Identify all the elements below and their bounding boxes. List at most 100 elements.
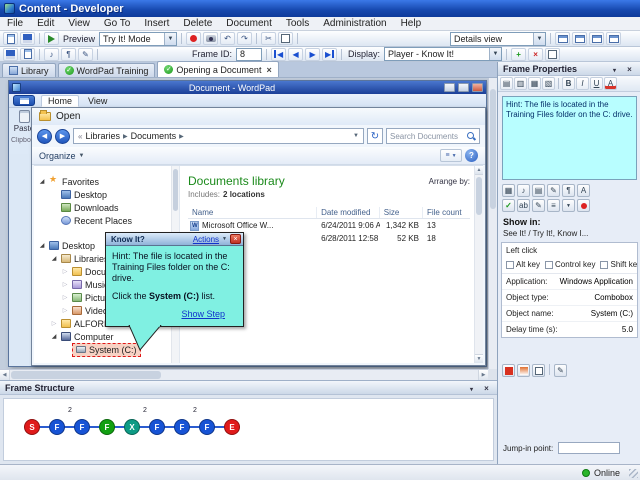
expand-arrow-icon[interactable]: ◢ <box>50 333 58 340</box>
last-frame-button[interactable]: ▶ <box>322 48 337 61</box>
tab-wordpad-training[interactable]: WordPad Training <box>58 63 156 77</box>
scrollbar-thumb[interactable] <box>173 169 178 211</box>
caption-icon[interactable]: ¶ <box>61 48 76 61</box>
column-size[interactable]: Size <box>380 207 423 218</box>
expand-arrow-icon[interactable]: ▷ <box>61 294 69 301</box>
list-scrollbar[interactable]: ▲ ▼ <box>474 166 483 363</box>
breadcrumb[interactable]: Libraries Documents <box>73 128 364 144</box>
breadcrumb-separator-icon[interactable] <box>123 133 128 140</box>
note-icon[interactable]: ✎ <box>532 199 545 212</box>
edit-pencil-icon[interactable]: ✎ <box>547 184 560 197</box>
italic-button[interactable]: I <box>576 77 589 90</box>
layout-split-icon[interactable] <box>572 32 587 45</box>
forward-button[interactable]: ▶ <box>55 129 70 144</box>
frame-node[interactable]: F <box>174 419 190 435</box>
font-color-button[interactable]: A <box>604 77 617 90</box>
search-input[interactable]: Search Documents <box>386 128 480 144</box>
frame-id-value[interactable]: 8 <box>236 48 262 61</box>
menu-goto[interactable]: Go To <box>97 17 138 30</box>
underline-button[interactable]: U <box>590 77 603 90</box>
new-document-icon[interactable] <box>3 32 18 45</box>
expand-arrow-icon[interactable]: ▷ <box>61 281 69 288</box>
hint-text-editor[interactable]: Hint: The file is located in the Trainin… <box>502 96 637 180</box>
show-in-value[interactable]: See It! / Try It!, Know I... <box>503 229 637 238</box>
cut-icon[interactable]: ✂ <box>261 32 276 45</box>
resize-grip[interactable] <box>629 469 638 478</box>
scroll-right-icon[interactable]: ▶ <box>478 370 488 380</box>
display-select[interactable]: Player - Know It! <box>384 47 502 61</box>
menu-view[interactable]: View <box>61 17 97 30</box>
property-value[interactable]: 5.0 <box>622 325 633 334</box>
menu-administration[interactable]: Administration <box>316 17 393 30</box>
sound-icon[interactable]: ♪ <box>44 48 59 61</box>
first-frame-button[interactable]: ◀ <box>271 48 286 61</box>
delete-frame-icon[interactable]: × <box>528 48 543 61</box>
breadcrumb-documents[interactable]: Documents <box>131 131 177 141</box>
scrollbar-thumb[interactable] <box>11 371 161 379</box>
control-key-checkbox[interactable] <box>545 261 553 269</box>
panel-pin-icon[interactable] <box>609 64 620 74</box>
views-button[interactable]: ≡▼ <box>440 149 462 162</box>
layout-wide-icon[interactable] <box>606 32 621 45</box>
preview-label[interactable]: Preview <box>61 34 97 44</box>
paragraph-icon[interactable]: ¶ <box>562 184 575 197</box>
tree-item-desktop[interactable]: Desktop <box>34 188 179 201</box>
editor-horizontal-scrollbar[interactable]: ◀ ▶ <box>0 369 488 380</box>
column-file-count[interactable]: File count <box>423 207 470 218</box>
frame-node[interactable]: F <box>74 419 90 435</box>
expand-arrow-icon[interactable]: ◢ <box>38 178 46 185</box>
ribbon-tab-home[interactable]: Home <box>41 95 79 107</box>
breadcrumb-libraries[interactable]: Libraries <box>85 131 120 141</box>
scroll-up-icon[interactable]: ▲ <box>475 166 483 175</box>
panel-menu-icon[interactable] <box>466 383 477 393</box>
menu-insert[interactable]: Insert <box>137 17 176 30</box>
breadcrumb-separator-icon[interactable] <box>179 133 184 140</box>
add-frame-icon[interactable]: + <box>511 48 526 61</box>
text-icon[interactable]: ab <box>517 199 530 212</box>
highlight-color-icon[interactable] <box>502 364 515 377</box>
view-mode-select[interactable]: Details view <box>450 32 546 46</box>
menu-edit[interactable]: Edit <box>30 17 61 30</box>
layout-grid-icon[interactable] <box>589 32 604 45</box>
tree-item-recent-places[interactable]: Recent Places <box>34 214 179 227</box>
column-name[interactable]: Name <box>188 207 317 218</box>
screenshot-icon[interactable] <box>203 32 218 45</box>
menu-file[interactable]: File <box>0 17 30 30</box>
panel-close-icon[interactable] <box>624 64 635 74</box>
image-icon[interactable]: ▤ <box>532 184 545 197</box>
align-center-icon[interactable]: ▦ <box>528 77 541 90</box>
apply-check-icon[interactable]: ✓ <box>502 199 515 212</box>
refresh-button[interactable] <box>367 128 383 144</box>
tree-item-downloads[interactable]: Downloads <box>34 201 179 214</box>
expand-arrow-icon[interactable]: ◢ <box>50 255 58 262</box>
table-icon[interactable]: ▦ <box>502 184 515 197</box>
undo-icon[interactable]: ↶ <box>220 32 235 45</box>
menu-help[interactable]: Help <box>394 17 429 30</box>
mode-select[interactable]: Try It! Mode <box>99 32 177 46</box>
breadcrumb-overflow-icon[interactable] <box>78 132 82 141</box>
scrollbar-thumb[interactable] <box>476 177 482 215</box>
address-dropdown-icon[interactable] <box>353 133 359 139</box>
alt-key-checkbox[interactable] <box>506 261 514 269</box>
minimize-button[interactable] <box>444 83 455 92</box>
frame-node[interactable]: F <box>199 419 215 435</box>
action-type-value[interactable]: Left click <box>502 243 637 257</box>
tree-item-favorites[interactable]: ◢ Favorites <box>34 175 179 188</box>
actions-link[interactable]: Actions <box>193 235 219 244</box>
menu-delete[interactable]: Delete <box>176 17 219 30</box>
property-value[interactable]: Windows Application <box>560 277 633 286</box>
expand-arrow-icon[interactable]: ◢ <box>38 242 46 249</box>
show-step-link[interactable]: Show Step <box>112 309 237 320</box>
frame-node[interactable]: F <box>149 419 165 435</box>
sound-icon[interactable]: ♪ <box>517 184 530 197</box>
column-date-modified[interactable]: Date modified <box>317 207 380 218</box>
frame-node-current[interactable]: F <box>99 419 115 435</box>
align-right-icon[interactable]: ▧ <box>542 77 555 90</box>
expand-arrow-icon[interactable]: ▷ <box>61 268 69 275</box>
close-tab-icon[interactable] <box>266 65 271 75</box>
object-color-icon[interactable] <box>517 364 530 377</box>
tab-opening-a-document[interactable]: Opening a Document <box>157 61 278 77</box>
ribbon-tab-view[interactable]: View <box>81 95 114 107</box>
save-frame-icon[interactable] <box>3 48 18 61</box>
align-left-icon[interactable]: ▥ <box>514 77 527 90</box>
